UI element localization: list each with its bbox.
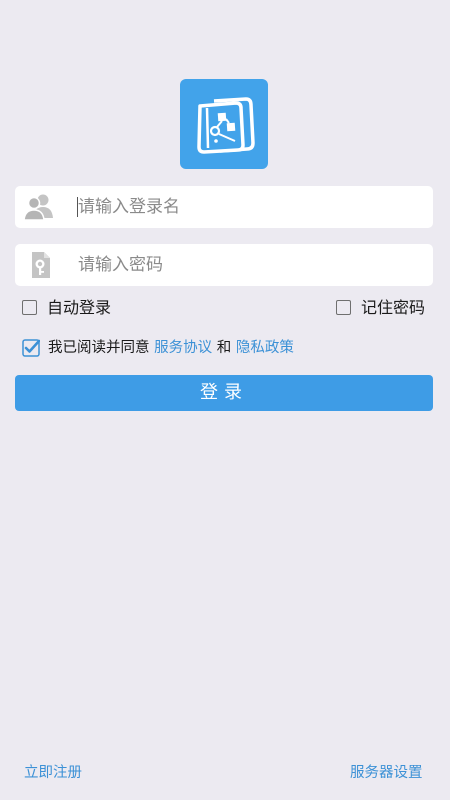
auto-login-label[interactable]: 自动登录 [47, 298, 111, 318]
agreement-and: 和 [216, 340, 232, 356]
username-field[interactable] [15, 186, 433, 228]
server-settings-link[interactable]: 服务器设置 [350, 763, 423, 783]
terms-link[interactable]: 服务协议 [154, 340, 212, 356]
agree-checkbox[interactable] [22, 339, 41, 357]
users-icon [23, 192, 55, 222]
flowchart-notebook-icon [197, 97, 255, 154]
app-logo [180, 79, 268, 169]
privacy-link[interactable]: 隐私政策 [236, 340, 294, 356]
register-link[interactable]: 立即注册 [24, 763, 82, 783]
key-file-icon [23, 250, 55, 280]
login-button[interactable]: 登录 [15, 375, 433, 411]
auto-login-checkbox[interactable] [22, 300, 37, 315]
password-input[interactable] [78, 244, 418, 286]
remember-password-label[interactable]: 记住密码 [361, 298, 425, 318]
username-input[interactable] [78, 186, 418, 228]
checkmark-icon [22, 339, 41, 357]
password-field[interactable] [15, 244, 433, 286]
agreement-prefix: 我已阅读并同意 [48, 340, 150, 356]
remember-password-checkbox[interactable] [336, 300, 351, 315]
agreement-text: 我已阅读并同意 服务协议 和 隐私政策 [48, 337, 294, 359]
